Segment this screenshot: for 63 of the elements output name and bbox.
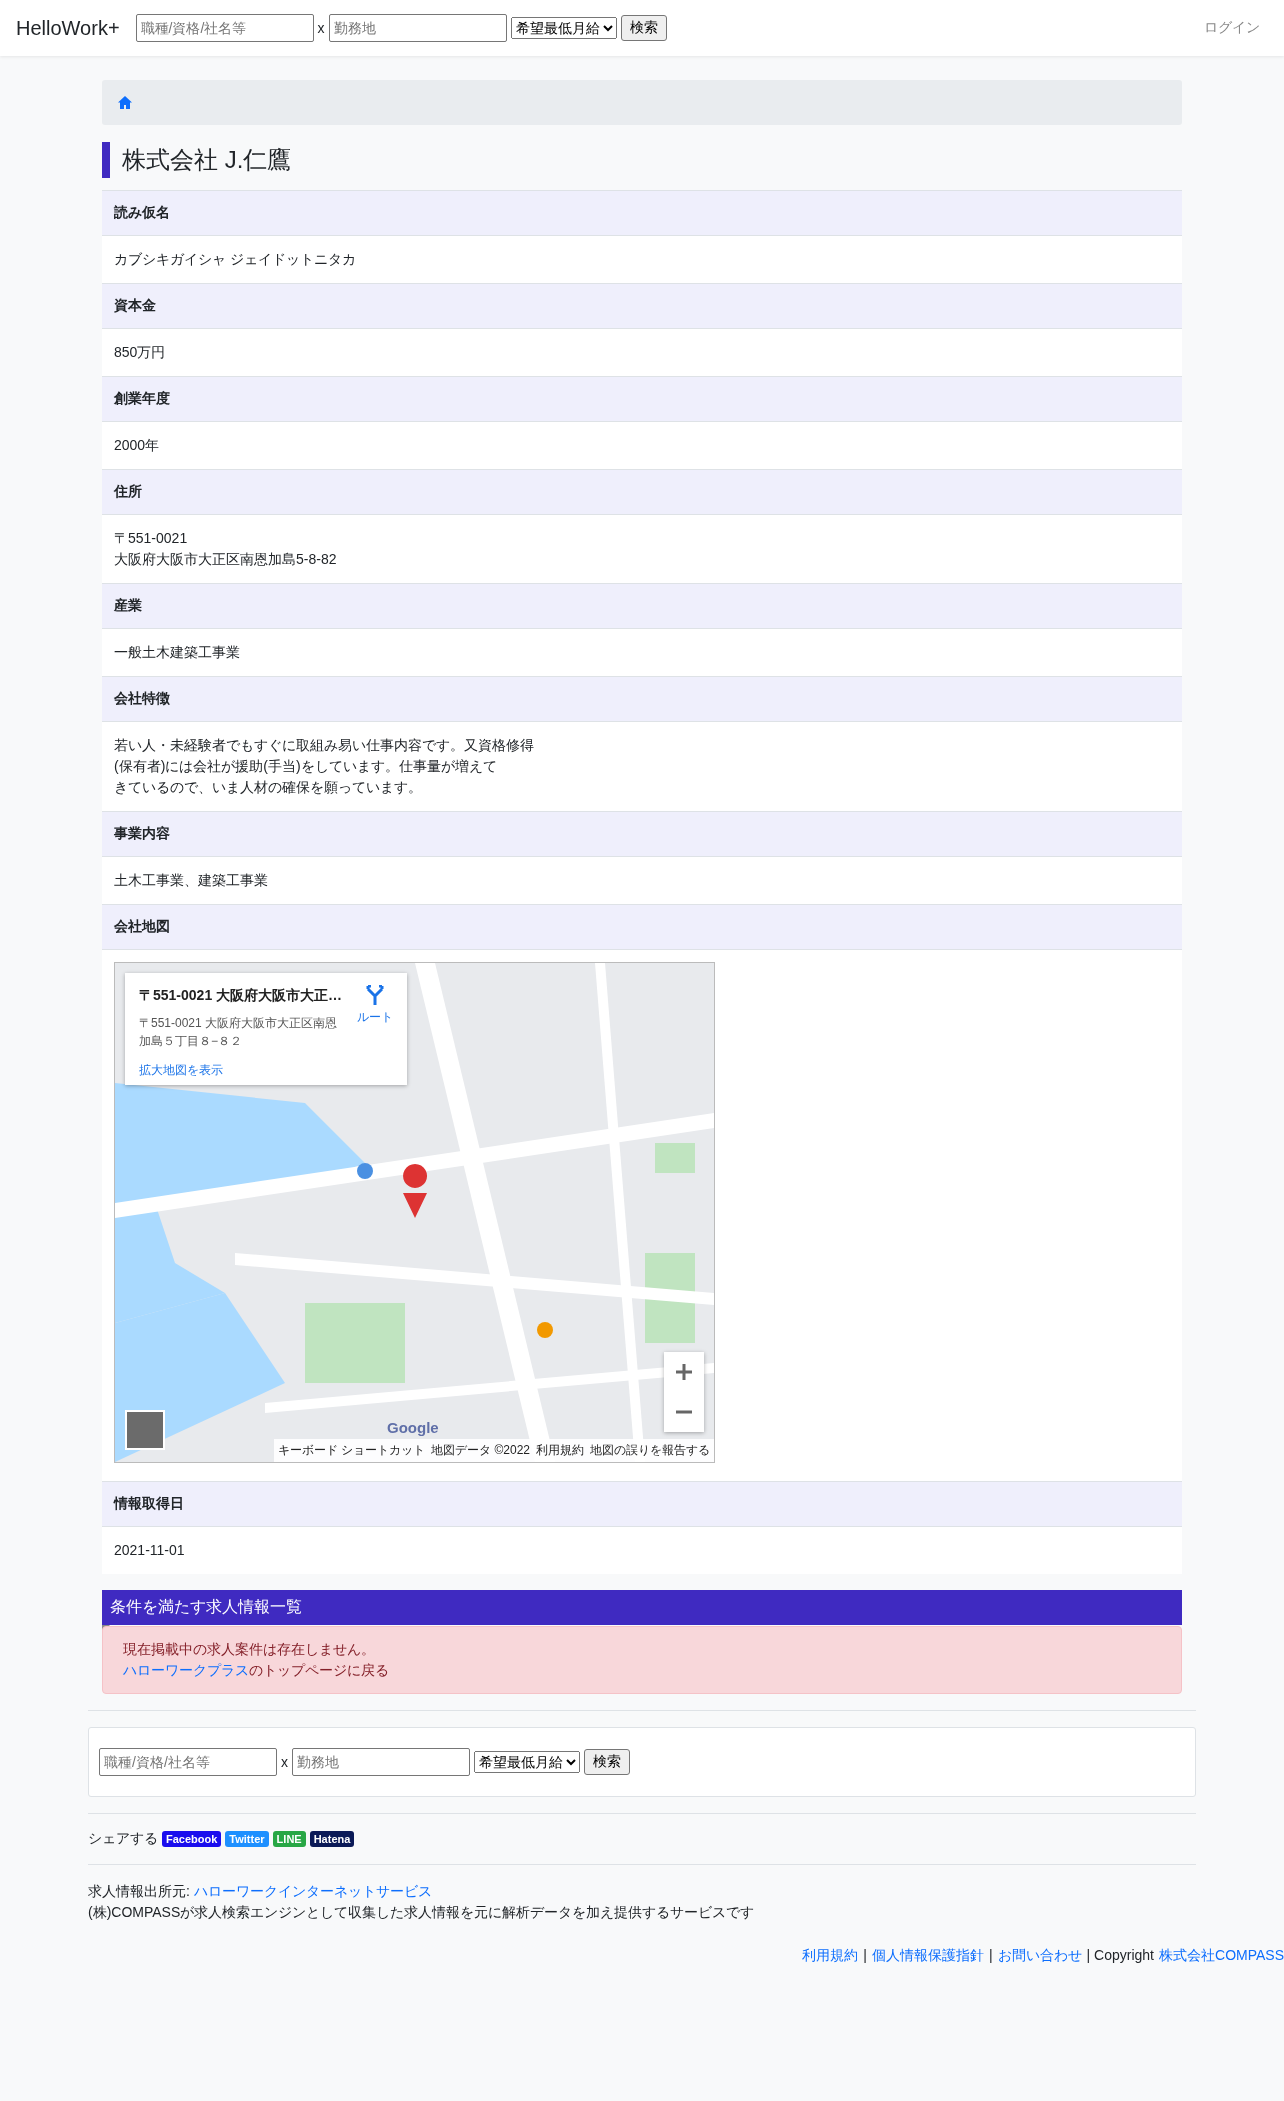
field-value: 若い人・未経験者でもすぐに取組み易い仕事内容です。又資格修得 — [114, 736, 535, 755]
field-value: 大阪府大阪市大正区南恩加島5-8-82 — [114, 550, 338, 569]
field-value: (保有者)には会社が援助(手当)をしています。仕事量が増えて — [114, 757, 498, 776]
location-field[interactable]: 勤務地 — [292, 1748, 470, 1776]
footer-text: | — [863, 1947, 867, 1965]
login-link[interactable]: ログイン — [1204, 19, 1260, 37]
footer-text: | — [988, 1947, 993, 1965]
field-value: 2000年 — [114, 436, 161, 455]
field-label: 資本金 — [102, 283, 1182, 328]
field-value: 土木工事業、建築工事業 — [114, 871, 269, 890]
map-logo: Google — [387, 1418, 439, 1438]
zoom-in-icon[interactable] — [676, 1364, 692, 1380]
search-button[interactable]: 検索 — [620, 15, 667, 41]
share-button[interactable]: Facebook — [162, 1831, 222, 1847]
footer-link[interactable]: 個人情報保護指針 — [871, 1947, 984, 1965]
field-label: 会社地図 — [102, 904, 1182, 949]
field-label: 住所 — [102, 469, 1182, 514]
salary-select[interactable]: 希望最低月給 — [474, 1751, 580, 1773]
route-link[interactable]: ルート — [357, 1007, 393, 1028]
field-label: 事業内容 — [102, 811, 1182, 856]
section-heading: 条件を満たす求人情報一覧 — [102, 1590, 1182, 1625]
field-label: 読み仮名 — [102, 190, 1182, 235]
field-value: 2021-11-01 — [114, 1541, 186, 1560]
zoom-out-icon[interactable] — [676, 1410, 692, 1414]
share-label: シェアする — [88, 1830, 158, 1848]
field-label: 産業 — [102, 583, 1182, 628]
footer-link[interactable]: 利用規約 — [802, 1947, 859, 1965]
search-button[interactable]: 検索 — [584, 1749, 630, 1775]
directions-icon[interactable] — [366, 985, 384, 1005]
field-label: 会社特徴 — [102, 676, 1182, 721]
footer-text: | Copyright — [1086, 1947, 1154, 1965]
enlarge-map-link[interactable]: 拡大地図を表示 — [139, 1060, 223, 1081]
location-field[interactable]: 勤務地 — [328, 14, 507, 42]
map-footer-link[interactable]: 地図データ ©2022 — [431, 1440, 530, 1461]
field-value: カブシキガイシャ ジェイドットニタカ — [114, 250, 357, 269]
source-link[interactable]: ハローワークインターネットサービス — [193, 1883, 432, 1899]
separator-text: x — [281, 1754, 288, 1770]
map-footer-link[interactable]: キーボード ショートカット — [277, 1440, 426, 1461]
footer-link[interactable]: お問い合わせ — [997, 1947, 1082, 1965]
footer-link[interactable]: 株式会社COMPASS — [1159, 1947, 1284, 1965]
keyword-field[interactable]: 職種/資格/社名等 — [135, 14, 314, 42]
source-label: 求人情報出所元: — [88, 1883, 191, 1899]
separator-text: x — [317, 20, 325, 36]
field-value: きているので、いま人材の確保を願っています。 — [114, 778, 423, 797]
field-value: 一般土木建築工事業 — [114, 643, 241, 662]
home-icon[interactable] — [118, 96, 132, 109]
share-button[interactable]: Hatena — [309, 1831, 355, 1847]
field-label: 創業年度 — [102, 376, 1182, 421]
keyword-field[interactable]: 職種/資格/社名等 — [99, 1748, 277, 1776]
alert-message: 現在掲載中の求人案件は存在しません。 — [123, 1640, 376, 1659]
salary-select[interactable]: 希望最低月給 — [510, 17, 617, 39]
map-footer-link[interactable]: 地図の誤りを報告する — [590, 1440, 710, 1461]
service-description: (株)COMPASSが求人検索エンジンとして収集した求人情報を元に解析データを加え提供するサービスです — [88, 1903, 756, 1922]
place-title: 〒551-0021 大阪府大阪市大正… — [139, 986, 344, 1005]
site-logo[interactable]: HelloWork+ — [16, 16, 120, 40]
alert-text: のトップページに戻る — [249, 1662, 389, 1678]
map-footer-link[interactable]: 利用規約 — [536, 1440, 584, 1461]
field-label: 情報取得日 — [102, 1481, 1182, 1526]
field-value: 850万円 — [114, 343, 167, 362]
company-name: 株式会社 J.仁鷹 — [102, 142, 1182, 178]
field-value: 〒551-0021 — [114, 529, 189, 548]
satellite-thumbnail[interactable] — [125, 1410, 165, 1450]
place-address: 〒551-0021 大阪府大阪市大正区南恩加島５丁目８−８２ — [139, 1015, 339, 1050]
